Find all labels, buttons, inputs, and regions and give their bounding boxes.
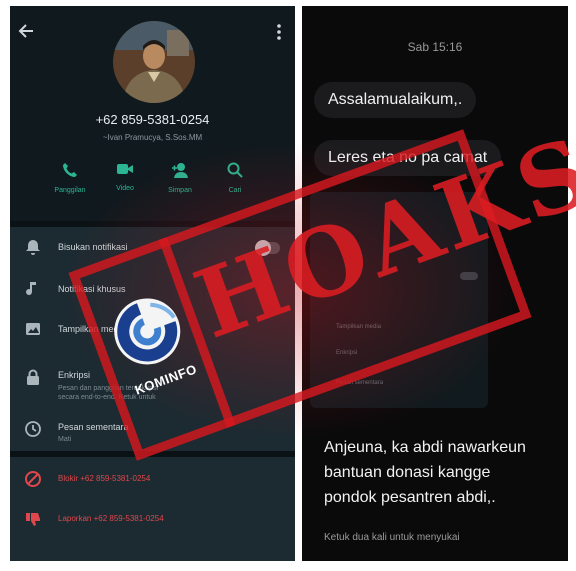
message-timestamp: Sab 15:16 [407, 40, 463, 54]
disappearing-messages-label: Pesan sementara [58, 422, 129, 432]
block-icon [25, 471, 41, 487]
encryption-label: Enkripsi [58, 370, 91, 380]
message-text-line: bantuan donasi kangge [324, 464, 491, 481]
search-button[interactable]: Cari [210, 162, 260, 194]
video-icon [117, 164, 133, 174]
avatar[interactable] [112, 20, 196, 104]
block-contact-label: Blokir +62 859-5381-0254 [58, 474, 151, 483]
block-contact-row[interactable]: Blokir +62 859-5381-0254 [10, 470, 295, 494]
save-label: Simpan [168, 187, 192, 194]
phone-icon [63, 163, 77, 177]
bell-icon [26, 240, 40, 255]
call-button[interactable]: Panggilan [45, 162, 95, 194]
lock-icon [27, 369, 39, 385]
message-text-line: pondok pesantren abdi,. [324, 489, 496, 506]
contact-number: +62 859-5381-0254 [95, 112, 210, 127]
video-label: Video [116, 185, 134, 192]
contact-name: ~Ivan Pramucya, S.Sos.MM [102, 133, 203, 142]
mute-notifications-label: Bisukan notifikasi [58, 242, 128, 252]
report-contact-label: Laporkan +62 859-5381-0254 [58, 514, 164, 523]
music-note-icon [26, 282, 36, 296]
more-options-icon[interactable] [276, 24, 282, 40]
back-arrow-icon[interactable] [18, 24, 34, 38]
add-person-icon [172, 163, 188, 178]
call-label: Panggilan [54, 187, 86, 194]
image-icon [26, 323, 40, 335]
thumbs-down-icon [26, 513, 40, 526]
report-contact-row[interactable]: Laporkan +62 859-5381-0254 [10, 510, 295, 534]
search-label: Cari [228, 187, 242, 194]
disappearing-messages-value: Mati [58, 436, 72, 443]
timer-icon [25, 421, 41, 437]
message-text-line: Anjeuna, ka abdi nawarkeun [324, 439, 526, 456]
message-bubble[interactable]: Assalamualaikum,. [314, 82, 477, 118]
search-icon [227, 162, 243, 178]
save-contact-button[interactable]: Simpan [155, 162, 205, 194]
video-call-button[interactable]: Video [100, 162, 150, 192]
double-tap-hint: Ketuk dua kali untuk menyukai [324, 532, 460, 543]
